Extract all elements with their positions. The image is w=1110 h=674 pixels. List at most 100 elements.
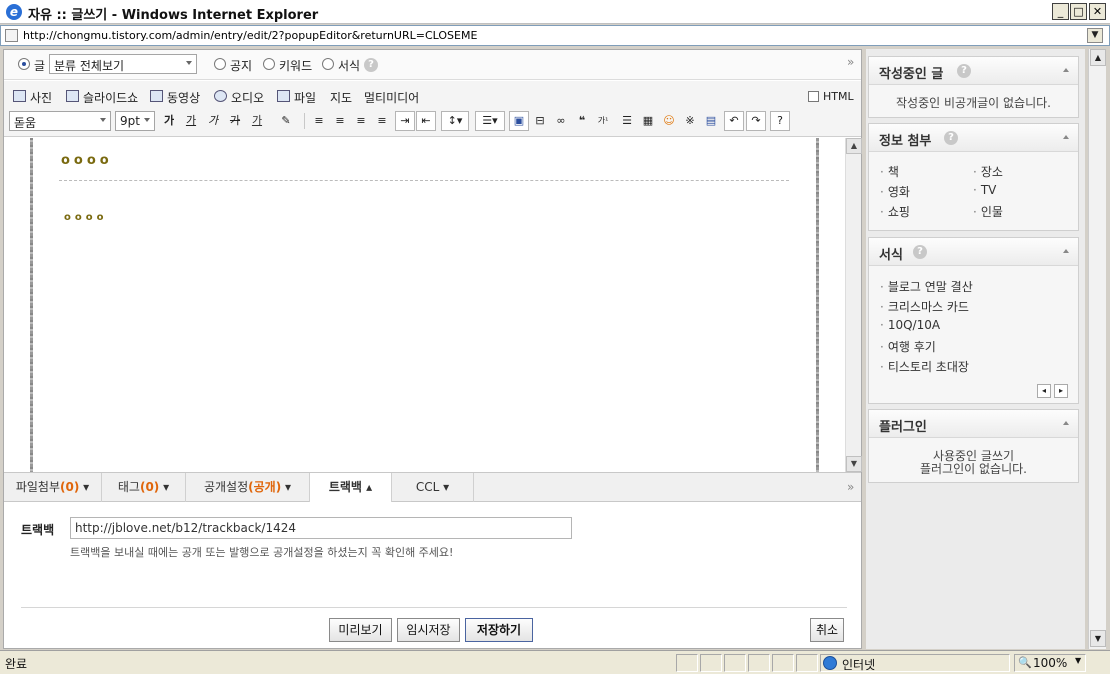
panel-header[interactable]: 플러그인 [869, 410, 1078, 438]
divider-icon[interactable]: ☰ [617, 111, 637, 131]
radio-post-label[interactable]: 글 [34, 57, 45, 74]
radio-keyword-label[interactable]: 키워드 [279, 57, 312, 74]
category-select[interactable]: 분류 전체보기 [49, 54, 197, 74]
tab-ccl[interactable]: CCL ▾ [392, 473, 474, 502]
align-left-icon[interactable]: ≡ [309, 111, 329, 131]
table-icon[interactable]: ▦ [638, 111, 658, 131]
info-item-movie[interactable]: 영화 [880, 183, 910, 200]
bold-button[interactable]: 가 [159, 111, 179, 131]
tab-attachments[interactable]: 파일첨부(0) ▾ [4, 473, 102, 502]
scroll-up-icon[interactable]: ▲ [1090, 49, 1106, 66]
media-multimedia-button[interactable]: 멀티미디어 [364, 89, 419, 105]
collapse-icon[interactable]: » [847, 480, 854, 494]
strike-button[interactable]: 가 [225, 111, 245, 131]
italic-button[interactable]: 가 [203, 111, 223, 131]
html-checkbox[interactable] [808, 91, 819, 102]
zoom-control[interactable]: 🔍 100% ▼ [1014, 654, 1086, 672]
radio-template[interactable] [322, 58, 334, 70]
collapse-icon[interactable] [1063, 135, 1069, 139]
help-icon[interactable]: ? [364, 58, 378, 72]
list-icon[interactable]: ☰▾ [475, 111, 505, 131]
redo-icon[interactable]: ↷ [746, 111, 766, 131]
box-style-icon[interactable]: ▣ [509, 111, 529, 131]
editor-frame: 글 분류 전체보기 공지 키워드 서식 ? » 사진 슬라이드쇼 동영상 오디오… [3, 49, 862, 649]
link-icon[interactable]: ∞ [551, 111, 571, 131]
address-bar[interactable]: http://chongmu.tistory.com/admin/entry/e… [0, 25, 1110, 46]
content-scrollbar[interactable]: ▲ ▼ [845, 138, 862, 472]
window-scrollbar[interactable]: ▲ ▼ [1088, 49, 1106, 649]
info-item-book[interactable]: 책 [880, 163, 899, 180]
collapse-icon[interactable] [1063, 68, 1069, 72]
panel-header[interactable]: 작성중인 글 ? [869, 57, 1078, 85]
align-justify-icon[interactable]: ≡ [372, 111, 392, 131]
help-icon[interactable]: ? [913, 245, 927, 259]
tab-tags[interactable]: 태그(0) ▾ [102, 473, 186, 502]
cancel-button[interactable]: 취소 [810, 618, 844, 642]
media-map-button[interactable]: 지도 [330, 89, 352, 105]
line-height-icon[interactable]: ↕▾ [441, 111, 469, 131]
collapse-icon[interactable] [1063, 249, 1069, 253]
align-right-icon[interactable]: ≡ [351, 111, 371, 131]
minimize-button[interactable]: _ [1052, 3, 1069, 20]
size-select[interactable]: 9pt [115, 111, 155, 131]
special-char-icon[interactable]: ※ [680, 111, 700, 131]
url-text[interactable]: http://chongmu.tistory.com/admin/entry/e… [23, 29, 477, 42]
outdent-icon[interactable]: ⇤ [416, 111, 436, 131]
text-color-button[interactable]: 가 [247, 111, 267, 131]
info-item-tv[interactable]: TV [973, 183, 997, 197]
help-icon[interactable]: ? [957, 64, 971, 78]
align-center-icon[interactable]: ≡ [330, 111, 350, 131]
save-icon[interactable]: ▤ [701, 111, 721, 131]
preview-button[interactable]: 미리보기 [329, 618, 392, 642]
status-cell [748, 654, 770, 672]
quote-icon[interactable]: ❝ [572, 111, 592, 131]
collapse-icon[interactable] [1063, 421, 1069, 425]
content-area[interactable]: oooo oooo [4, 138, 845, 472]
prev-page-icon[interactable]: ◂ [1037, 384, 1051, 398]
maximize-button[interactable]: □ [1070, 3, 1087, 20]
indent-icon[interactable]: ⇥ [395, 111, 415, 131]
next-page-icon[interactable]: ▸ [1054, 384, 1068, 398]
close-button[interactable]: ✕ [1089, 3, 1106, 20]
underline-button[interactable]: 가 [181, 111, 201, 131]
info-item-place[interactable]: 장소 [973, 163, 1003, 180]
save-button[interactable]: 저장하기 [465, 618, 533, 642]
trackback-url-input[interactable]: http://jblove.net/b12/trackback/1424 [70, 517, 572, 539]
more-icon[interactable]: ⊟ [530, 111, 550, 131]
template-item[interactable]: 여행 후기 [880, 338, 936, 355]
radio-template-label[interactable]: 서식 [338, 57, 360, 74]
audio-icon [214, 90, 227, 102]
template-item[interactable]: 블로그 연말 결산 [880, 278, 973, 295]
radio-post[interactable] [18, 58, 30, 70]
content-line-2[interactable]: oooo [64, 212, 107, 223]
template-item[interactable]: 티스토리 초대장 [880, 358, 969, 375]
scroll-down-icon[interactable]: ▼ [1090, 630, 1106, 647]
radio-notice[interactable] [214, 58, 226, 70]
info-item-shopping[interactable]: 쇼핑 [880, 203, 910, 220]
undo-icon[interactable]: ↶ [724, 111, 744, 131]
scroll-down-icon[interactable]: ▼ [846, 456, 862, 472]
panel-header[interactable]: 서식 ? [869, 238, 1078, 266]
scroll-up-icon[interactable]: ▲ [846, 138, 862, 154]
emoticon-icon[interactable]: ☺ [659, 111, 679, 131]
radio-keyword[interactable] [263, 58, 275, 70]
content-line-1[interactable]: oooo [61, 153, 113, 168]
highlight-icon[interactable]: ✎ [276, 111, 296, 131]
radio-notice-label[interactable]: 공지 [230, 57, 252, 74]
html-label[interactable]: HTML [823, 90, 854, 103]
tab-trackback[interactable]: 트랙백 ▴ [310, 473, 392, 503]
font-select[interactable]: 돋움 [9, 111, 111, 131]
help-icon[interactable]: ? [944, 131, 958, 145]
template-item[interactable]: 10Q/10A [880, 318, 940, 332]
address-dropdown-button[interactable]: ▼ [1087, 28, 1103, 43]
window-title: 자유 :: 글쓰기 - Windows Internet Explorer [28, 8, 319, 23]
expand-icon[interactable]: » [847, 55, 854, 69]
help-icon[interactable]: ? [770, 111, 790, 131]
temp-save-button[interactable]: 임시저장 [397, 618, 460, 642]
ie-logo-icon: e [6, 4, 22, 20]
panel-header[interactable]: 정보 첨부 ? [869, 124, 1078, 152]
ruby-icon[interactable]: 가¹ [593, 111, 613, 131]
info-item-person[interactable]: 인물 [973, 203, 1003, 220]
tab-visibility[interactable]: 공개설정(공개) ▾ [186, 473, 310, 502]
template-item[interactable]: 크리스마스 카드 [880, 298, 969, 315]
